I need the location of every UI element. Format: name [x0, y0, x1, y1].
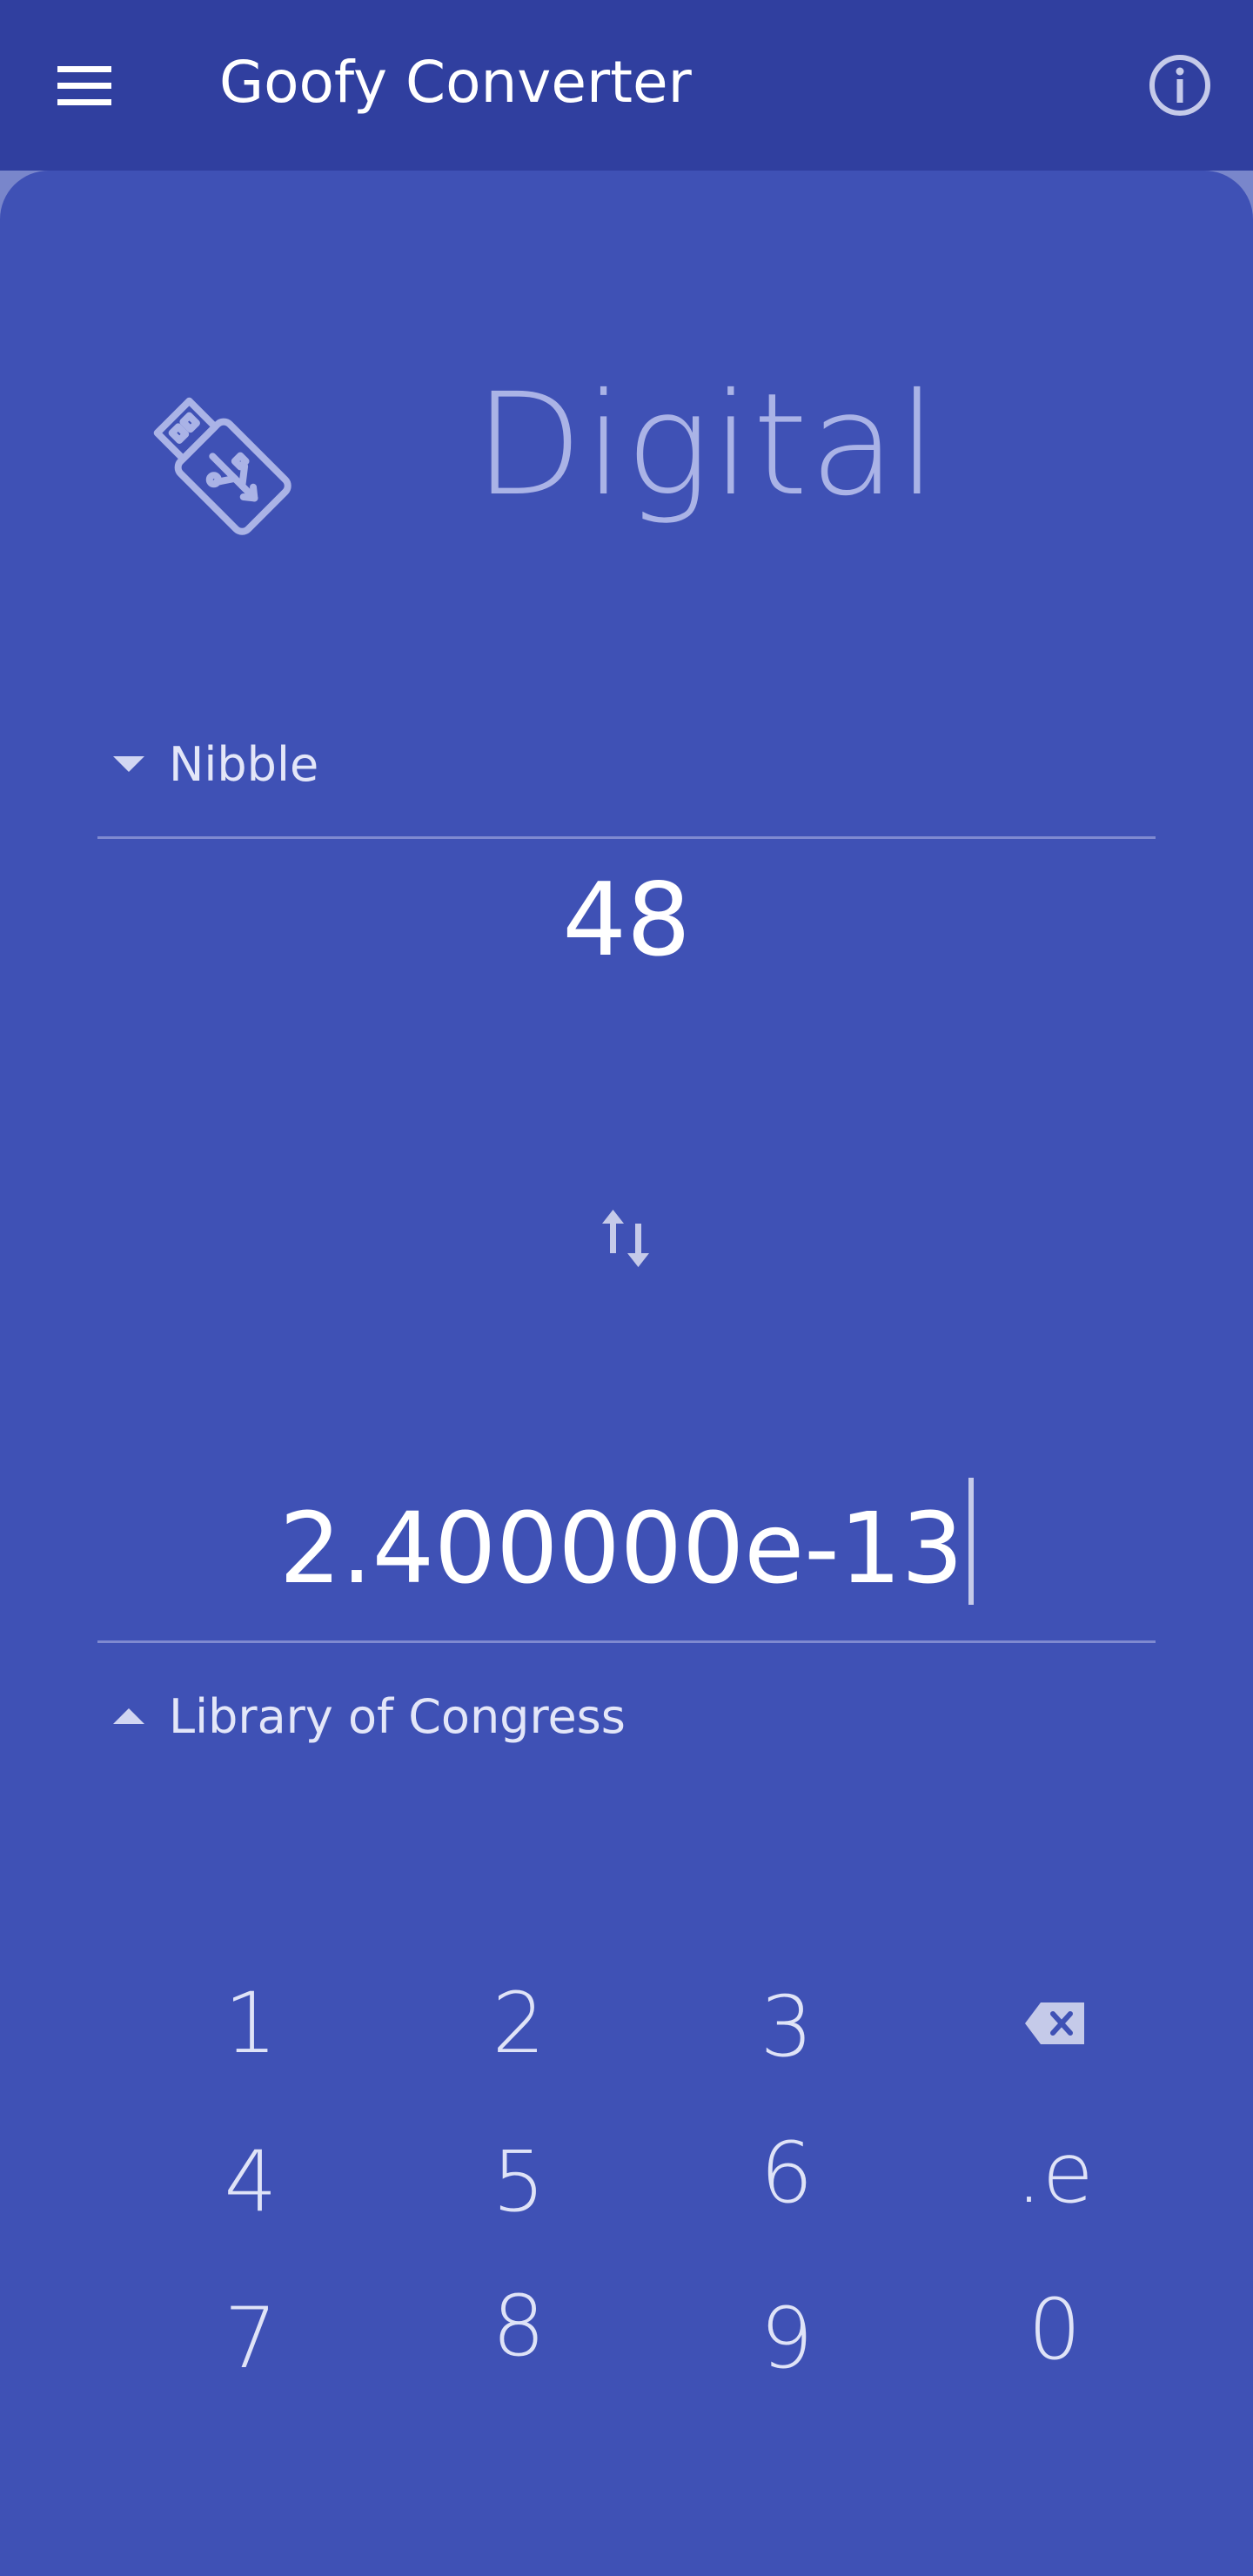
to-value-input[interactable]: 2.400000e-13 [0, 1478, 1253, 1606]
to-value-text: 2.400000e-13 [278, 1493, 964, 1606]
key-3[interactable]: 3 [700, 1962, 874, 2092]
from-unit-label: Nibble [169, 736, 319, 792]
key-1[interactable]: 1 [164, 1958, 338, 2089]
app-title: Goofy Converter [219, 49, 692, 116]
to-unit-dropdown[interactable]: Library of Congress [113, 1681, 626, 1751]
swap-vertical-icon[interactable] [600, 1208, 653, 1269]
usb-drive-icon [131, 374, 305, 548]
key-5[interactable]: 5 [432, 2116, 606, 2247]
key-6[interactable]: 6 [700, 2108, 874, 2238]
from-divider [97, 836, 1156, 839]
backspace-key[interactable] [968, 1958, 1142, 2089]
from-value-input[interactable]: 48 [0, 862, 1253, 979]
to-divider [97, 1640, 1156, 1643]
category-title: Digital [474, 364, 939, 527]
to-unit-label: Library of Congress [169, 1688, 626, 1744]
key-4[interactable]: 4 [164, 2116, 338, 2247]
dropdown-arrow-down-icon [113, 756, 144, 772]
app-bar: Goofy Converter [0, 0, 1253, 171]
hamburger-menu-icon[interactable] [50, 57, 120, 113]
dropdown-arrow-up-icon [113, 1708, 144, 1724]
text-cursor [968, 1478, 975, 1605]
from-unit-dropdown[interactable]: Nibble [113, 729, 318, 799]
key-2[interactable]: 2 [432, 1958, 606, 2089]
info-circle-icon[interactable] [1147, 52, 1213, 118]
key-decimal-exponent[interactable]: .e [968, 2108, 1142, 2238]
key-7[interactable]: 7 [164, 2273, 338, 2404]
key-8[interactable]: 8 [432, 2261, 606, 2392]
backspace-icon [1025, 2002, 1084, 2044]
key-9[interactable]: 9 [700, 2273, 874, 2404]
key-0[interactable]: 0 [968, 2264, 1142, 2395]
